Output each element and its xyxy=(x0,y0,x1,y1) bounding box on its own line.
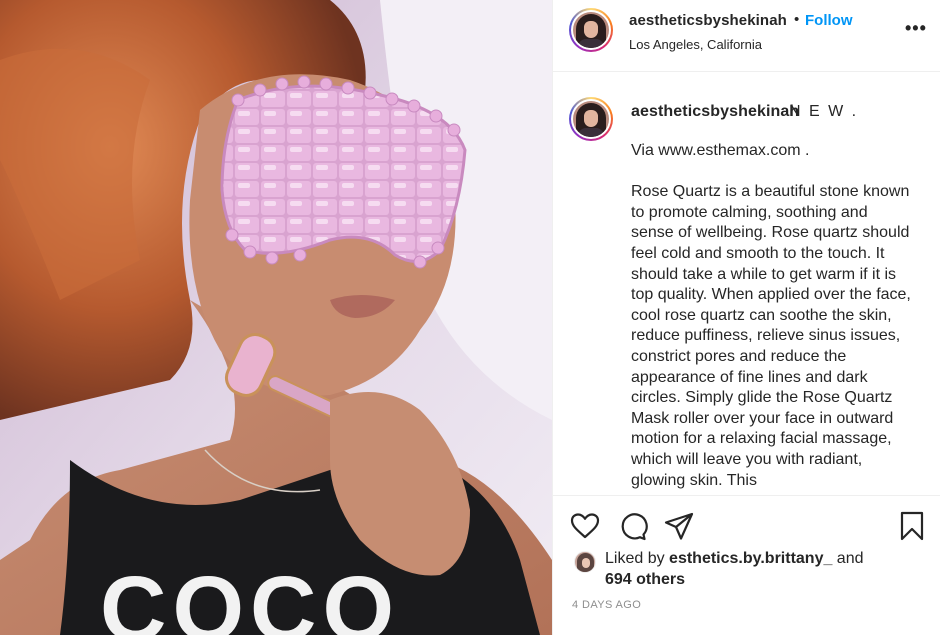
post-photo-image: COCO xyxy=(0,0,552,635)
post-side-panel: aestheticsbyshekinah • Follow Los Angele… xyxy=(552,0,940,635)
liker-avatar[interactable] xyxy=(574,551,596,573)
post-actions: Liked by esthetics.by.brittany_ and 694 … xyxy=(553,495,940,635)
caption-author-avatar[interactable] xyxy=(569,97,613,141)
caption-username[interactable]: aestheticsbyshekinah xyxy=(631,103,799,121)
liker-username[interactable]: esthetics.by.brittany_ xyxy=(669,550,832,567)
svg-text:COCO: COCO xyxy=(100,558,400,635)
likes-summary: Liked by esthetics.by.brittany_ and 694 … xyxy=(605,549,905,590)
caption-title: N E W . xyxy=(789,103,859,120)
heart-outline-icon[interactable] xyxy=(569,510,601,542)
post-header: aestheticsbyshekinah • Follow Los Angele… xyxy=(553,0,940,72)
likes-others-link[interactable]: 694 others xyxy=(605,571,685,588)
follow-button[interactable]: Follow xyxy=(805,12,853,29)
likes-and: and xyxy=(832,550,864,567)
post-location[interactable]: Los Angeles, California xyxy=(629,37,762,52)
likes-prefix: Liked by xyxy=(605,550,670,567)
bookmark-icon[interactable] xyxy=(896,510,928,542)
comment-bubble-icon[interactable] xyxy=(616,510,648,542)
author-username[interactable]: aestheticsbyshekinah xyxy=(629,12,787,29)
more-options-icon[interactable]: ••• xyxy=(905,18,927,39)
caption-text: Via www.esthemax.com . Rose Quartz is a … xyxy=(631,142,911,489)
post-photo[interactable]: COCO xyxy=(0,0,552,635)
paper-plane-icon[interactable] xyxy=(663,510,695,542)
caption-area[interactable]: aestheticsbyshekinah N E W . Via www.est… xyxy=(553,73,940,495)
post-timestamp[interactable]: 4 DAYS AGO xyxy=(572,599,641,611)
author-avatar[interactable] xyxy=(569,8,613,52)
separator-dot: • xyxy=(794,11,800,28)
